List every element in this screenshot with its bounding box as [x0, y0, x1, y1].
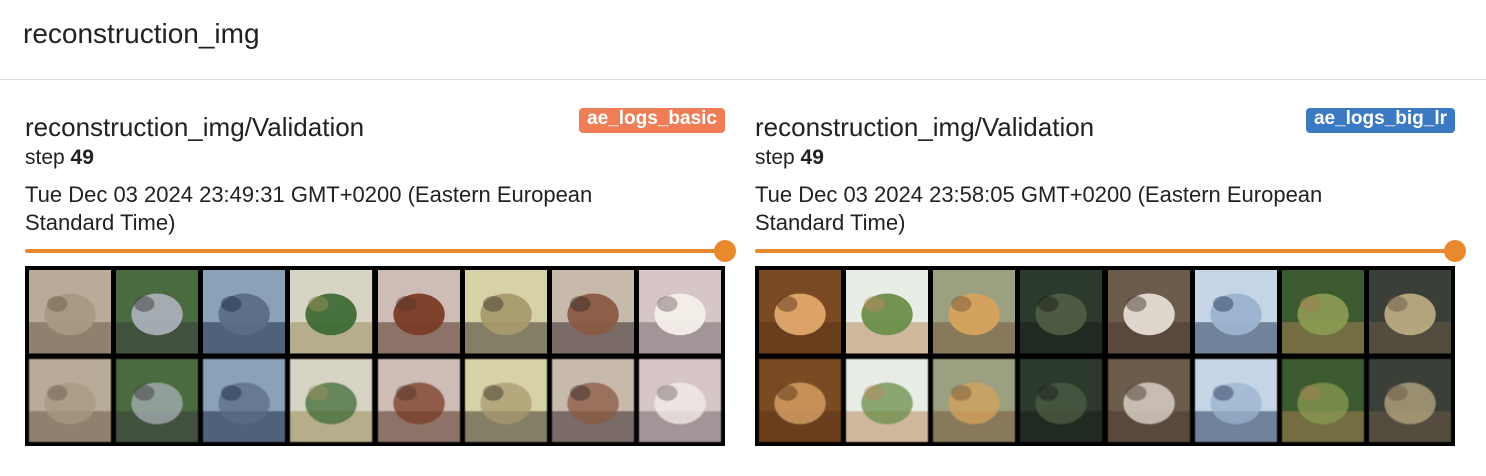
reconstructed-thumbnail — [1020, 358, 1103, 442]
original-thumbnail — [377, 270, 460, 354]
reconstructed-thumbnail — [846, 358, 929, 442]
original-thumbnail — [1020, 270, 1103, 354]
image-card: reconstruction_img/Validation ae_logs_ba… — [25, 108, 736, 448]
timestamp: Tue Dec 03 2024 23:58:05 GMT+0200 (Easte… — [755, 182, 1323, 235]
reconstructed-thumbnail — [29, 358, 112, 442]
original-thumbnail — [638, 270, 721, 354]
step-slider[interactable] — [755, 240, 1466, 264]
original-thumbnail — [759, 270, 842, 354]
card-title: reconstruction_img/Validation — [25, 112, 365, 142]
section-header: reconstruction_img — [0, 0, 1486, 80]
original-thumbnail — [933, 270, 1016, 354]
reconstructed-thumbnail — [377, 358, 460, 442]
run-badge: ae_logs_big_lr — [1305, 108, 1455, 133]
reconstructed-thumbnail — [1194, 358, 1277, 442]
reconstructed-thumbnail — [759, 358, 842, 442]
reconstruction-image — [25, 266, 725, 446]
reconstructed-thumbnail — [464, 358, 547, 442]
timestamp: Tue Dec 03 2024 23:49:31 GMT+0200 (Easte… — [25, 182, 593, 235]
original-thumbnail — [29, 270, 112, 354]
original-thumbnail — [846, 270, 929, 354]
slider-thumb[interactable] — [1444, 240, 1466, 262]
step-slider[interactable] — [25, 240, 736, 264]
reconstructed-thumbnail — [551, 358, 634, 442]
step-label: step 49 — [25, 146, 94, 169]
run-badge: ae_logs_basic — [579, 108, 725, 133]
reconstructed-thumbnail — [290, 358, 373, 442]
original-thumbnail — [551, 270, 634, 354]
reconstruction-image — [755, 266, 1455, 446]
original-thumbnail — [464, 270, 547, 354]
original-thumbnail — [116, 270, 199, 354]
section-title: reconstruction_img — [23, 18, 260, 49]
slider-thumb[interactable] — [714, 240, 736, 262]
slider-track — [755, 249, 1455, 253]
slider-track — [25, 249, 725, 253]
reconstructed-thumbnail — [1368, 358, 1451, 442]
original-thumbnail — [1107, 270, 1190, 354]
image-card: reconstruction_img/Validation ae_logs_bi… — [755, 108, 1466, 448]
original-thumbnail — [203, 270, 286, 354]
reconstructed-thumbnail — [1281, 358, 1364, 442]
reconstructed-thumbnail — [1107, 358, 1190, 442]
reconstructed-thumbnail — [116, 358, 199, 442]
card-title: reconstruction_img/Validation — [755, 112, 1095, 142]
original-thumbnail — [290, 270, 373, 354]
step-label: step 49 — [755, 146, 824, 169]
step-value: 49 — [800, 146, 824, 169]
step-value: 49 — [70, 146, 94, 169]
reconstructed-thumbnail — [638, 358, 721, 442]
original-thumbnail — [1281, 270, 1364, 354]
original-thumbnail — [1194, 270, 1277, 354]
reconstructed-thumbnail — [203, 358, 286, 442]
original-thumbnail — [1368, 270, 1451, 354]
reconstructed-thumbnail — [933, 358, 1016, 442]
